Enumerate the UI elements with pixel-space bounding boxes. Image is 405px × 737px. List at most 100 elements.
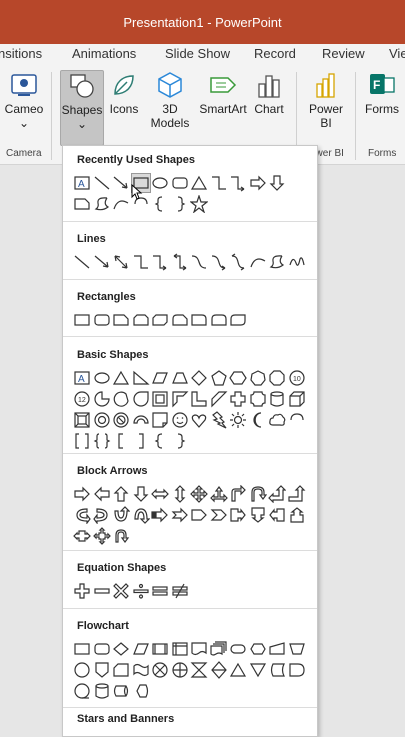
minus-icon[interactable] <box>93 582 111 600</box>
round-diagonal-icon[interactable] <box>229 311 247 329</box>
collate-icon[interactable] <box>190 661 208 679</box>
line-icon[interactable] <box>93 174 111 192</box>
bevel-icon[interactable] <box>73 411 91 429</box>
snip-single-icon[interactable] <box>112 311 130 329</box>
internal-storage-icon[interactable] <box>171 640 189 658</box>
3d-models-button[interactable]: 3D Models <box>150 70 190 130</box>
triangle-icon[interactable] <box>112 369 130 387</box>
multidocument-icon[interactable] <box>209 640 228 658</box>
predefined-icon[interactable] <box>151 640 169 658</box>
brace-right-icon[interactable] <box>171 432 189 450</box>
cross-icon[interactable] <box>229 390 247 408</box>
arrow-bent-up-icon[interactable] <box>287 485 306 503</box>
sequential-icon[interactable] <box>73 682 91 700</box>
alt-process-icon[interactable] <box>93 640 111 658</box>
line-icon[interactable] <box>73 253 91 271</box>
or-icon[interactable] <box>171 661 189 679</box>
arrow-quad-icon[interactable] <box>190 485 208 503</box>
freeform-icon[interactable] <box>93 195 111 213</box>
teardrop-icon[interactable] <box>132 390 150 408</box>
callout-up-icon[interactable] <box>288 506 306 524</box>
arrow-u-turn-icon[interactable] <box>249 485 267 503</box>
smartart-button[interactable]: SmartArt <box>197 70 249 116</box>
terminator-icon[interactable] <box>229 640 247 658</box>
text-box-icon[interactable]: A <box>73 369 91 387</box>
extract-icon[interactable] <box>229 661 247 679</box>
cameo-button[interactable]: Cameo ⌄ <box>2 70 46 130</box>
magnetic-disk-icon[interactable] <box>93 682 111 700</box>
arrow-right-icon[interactable] <box>73 485 91 503</box>
diagonal-stripe-icon[interactable] <box>210 390 228 408</box>
connector-elbow-icon[interactable] <box>132 253 150 271</box>
manual-operation-icon[interactable] <box>288 640 306 658</box>
callout-down-icon[interactable] <box>249 506 267 524</box>
brace-left-icon[interactable] <box>151 432 169 450</box>
curve-icon[interactable] <box>249 253 267 271</box>
cloud-icon[interactable] <box>268 411 286 429</box>
diamond-icon[interactable] <box>190 369 208 387</box>
power-bi-button[interactable]: Power BI <box>304 70 348 130</box>
heart-icon[interactable] <box>190 411 208 429</box>
text-box-icon[interactable]: A <box>73 174 91 192</box>
offpage-icon[interactable] <box>93 661 111 679</box>
oval-icon[interactable] <box>151 174 169 192</box>
tab-record[interactable]: Record <box>254 46 296 61</box>
display-icon[interactable] <box>132 682 150 700</box>
snip-round-icon[interactable] <box>171 311 189 329</box>
arrow-left-right-icon[interactable] <box>151 485 169 503</box>
snip-rect-icon[interactable] <box>73 195 91 213</box>
round-same-icon[interactable] <box>210 311 228 329</box>
arrow-down-icon[interactable] <box>268 174 286 192</box>
connector-elbow-arrow-icon[interactable] <box>229 174 247 192</box>
sort-icon[interactable] <box>210 661 228 679</box>
line-arrow-icon[interactable] <box>112 174 130 192</box>
hexagon-icon[interactable] <box>229 369 247 387</box>
plaque-icon[interactable] <box>249 390 267 408</box>
connector-icon[interactable] <box>73 661 91 679</box>
arrow-up-down-icon[interactable] <box>171 485 189 503</box>
bracket-right-icon[interactable] <box>132 432 150 450</box>
manual-input-icon[interactable] <box>268 640 286 658</box>
card-icon[interactable] <box>112 661 130 679</box>
cube-icon[interactable] <box>288 390 306 408</box>
arrow-chevron-icon[interactable] <box>210 506 228 524</box>
snip-diagonal-icon[interactable] <box>151 311 169 329</box>
arrow-callout-quad-icon[interactable] <box>92 527 111 545</box>
tab-animations[interactable]: Animations <box>72 46 136 61</box>
parallelogram-icon[interactable] <box>151 369 169 387</box>
callout-left-icon[interactable] <box>268 506 286 524</box>
preparation-icon[interactable] <box>249 640 267 658</box>
chart-button[interactable]: Chart <box>252 70 286 116</box>
oval-icon[interactable] <box>93 369 111 387</box>
arrow-curved-left-icon[interactable] <box>92 506 111 524</box>
direct-access-icon[interactable] <box>112 682 130 700</box>
arrow-circular-icon[interactable] <box>112 527 130 545</box>
document-icon[interactable] <box>190 640 208 658</box>
lightning-icon[interactable] <box>210 411 228 429</box>
arrow-left-up-icon[interactable] <box>268 485 286 503</box>
merge-icon[interactable] <box>249 661 267 679</box>
scribble-icon[interactable] <box>288 253 306 271</box>
line-double-arrow-icon[interactable] <box>112 253 130 271</box>
brace-right-icon[interactable] <box>171 195 189 213</box>
connector-curved-double-icon[interactable] <box>229 253 247 271</box>
data-icon[interactable] <box>132 640 150 658</box>
rounded-rect-icon[interactable] <box>93 311 111 329</box>
heptagon-icon[interactable] <box>249 369 267 387</box>
arrow-notched-icon[interactable] <box>171 506 189 524</box>
bracket-left-icon[interactable] <box>112 432 130 450</box>
summing-icon[interactable] <box>151 661 169 679</box>
tab-transitions[interactable]: nsitions <box>0 46 42 61</box>
round-single-icon[interactable] <box>190 311 208 329</box>
triangle-icon[interactable] <box>190 174 208 192</box>
connector-elbow-icon[interactable] <box>210 174 228 192</box>
connector-elbow-arrow-icon[interactable] <box>151 253 169 271</box>
trapezoid-icon[interactable] <box>171 369 189 387</box>
arrow-left-right-up-icon[interactable] <box>209 485 228 503</box>
brace-pair-icon[interactable] <box>93 432 111 450</box>
not-equal-icon[interactable] <box>171 582 189 600</box>
arrow-pentagon-icon[interactable] <box>190 506 208 524</box>
decision-icon[interactable] <box>112 640 130 658</box>
block-arc-icon[interactable] <box>132 411 150 429</box>
octagon-icon[interactable] <box>268 369 286 387</box>
